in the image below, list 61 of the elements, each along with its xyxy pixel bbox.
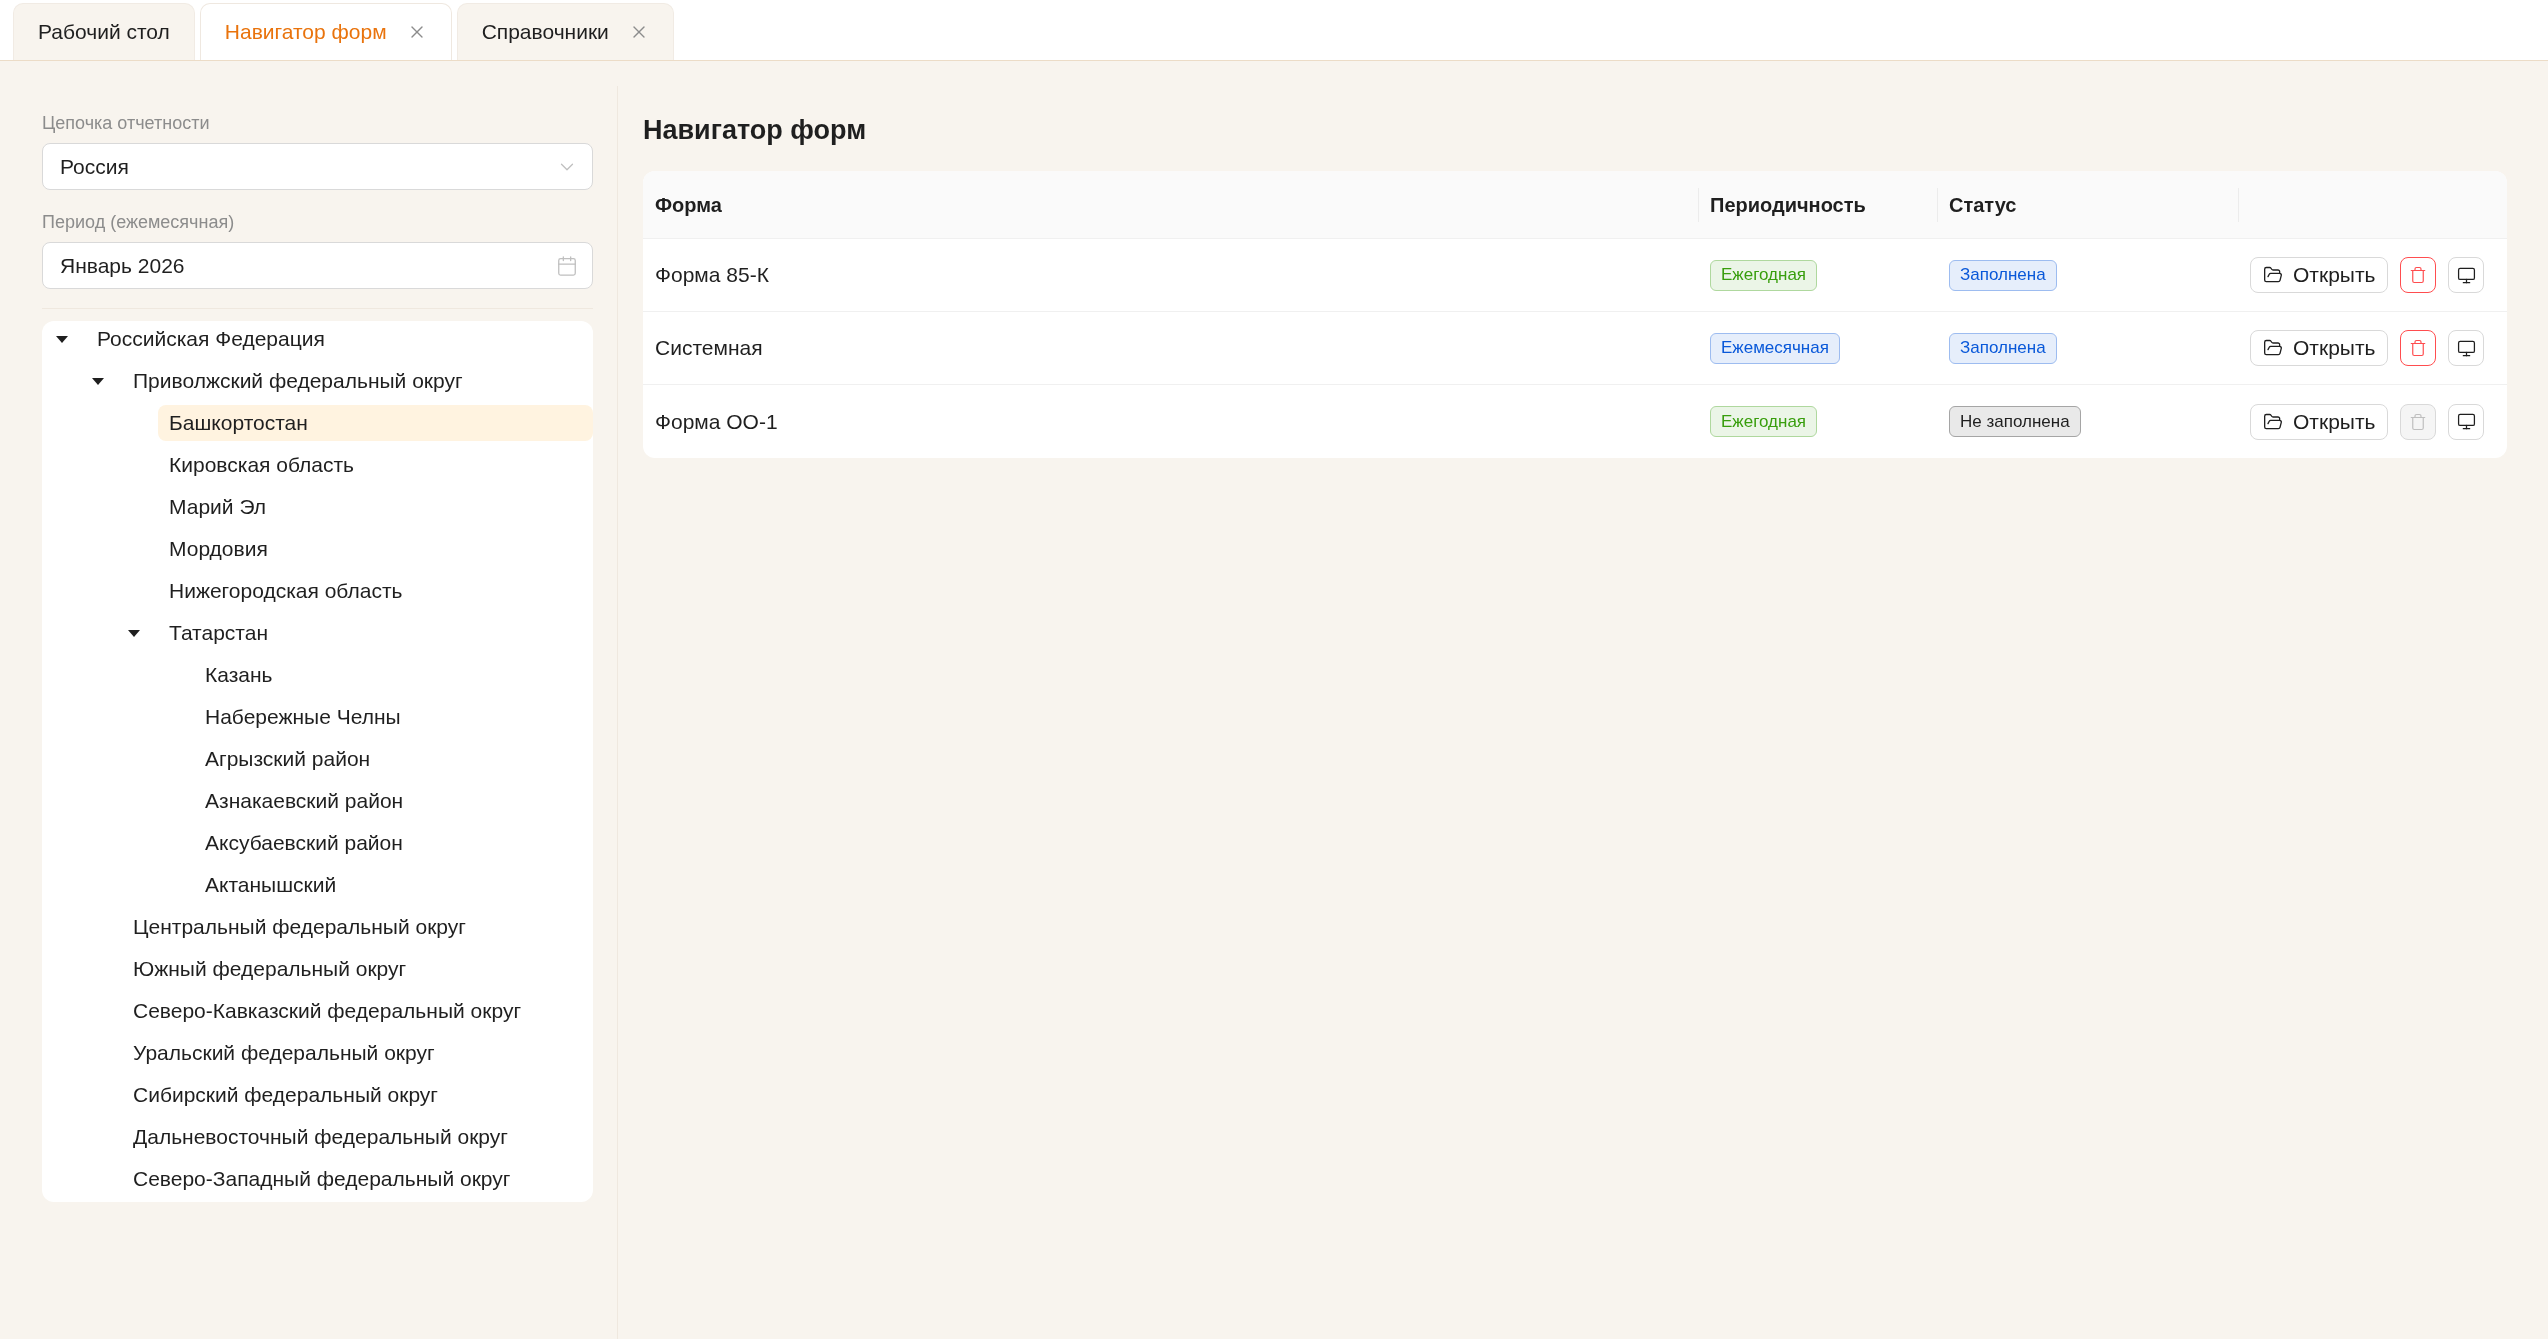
- delete-button[interactable]: [2400, 257, 2437, 293]
- form-name: Системная: [655, 336, 763, 360]
- tree-item[interactable]: Татарстан: [158, 615, 593, 651]
- open-button[interactable]: Открыть: [2250, 403, 2389, 440]
- status-tag: Не заполнена: [1949, 406, 2081, 437]
- tree-item[interactable]: Дальневосточный федеральный округ: [122, 1119, 593, 1155]
- trash-icon: [2409, 266, 2428, 284]
- tree-item[interactable]: Нижегородская область: [158, 573, 593, 609]
- column-header: Периодичность: [1709, 192, 1866, 218]
- status-tag: Заполнена: [1949, 259, 2057, 291]
- open-button[interactable]: Открыть: [2250, 257, 2389, 293]
- periodicity-tag: Ежегодная: [1710, 406, 1818, 437]
- periodicity-tag: Ежегодная: [1710, 259, 1818, 291]
- monitor-icon: [2457, 412, 2476, 431]
- tree-item[interactable]: Марий Эл: [158, 489, 593, 525]
- tree-item[interactable]: Северо-Западный федеральный округ: [122, 1161, 593, 1197]
- column-header: Статус: [1948, 192, 2017, 218]
- tree-item[interactable]: Азнакаевский район: [194, 783, 593, 819]
- form-name: Форма ОО-1: [655, 409, 778, 433]
- trash-icon: [2409, 339, 2428, 357]
- tree-item[interactable]: Приволжский федеральный округ: [122, 363, 593, 399]
- monitor-icon: [2457, 265, 2476, 285]
- caret-down-icon[interactable]: [92, 377, 104, 385]
- field-label: Цепочка отчетности: [42, 112, 210, 135]
- folder-icon: [2263, 265, 2283, 285]
- caret-down-icon[interactable]: [56, 335, 68, 343]
- tree-item[interactable]: Южный федеральный округ: [122, 951, 593, 987]
- trash-icon: [2409, 412, 2428, 431]
- tree-item[interactable]: Сибирский федеральный округ: [122, 1077, 593, 1113]
- region-select[interactable]: Россия: [42, 143, 593, 190]
- form-name: Форма 85-К: [655, 263, 769, 287]
- date-field[interactable]: Январь 2026: [42, 242, 593, 289]
- periodicity-tag: Ежемесячная: [1710, 332, 1840, 364]
- tree-item[interactable]: Уральский федеральный округ: [122, 1035, 593, 1071]
- tree-item[interactable]: Аксубаевский район: [194, 825, 593, 861]
- column-header: Форма: [655, 193, 722, 216]
- monitor-button[interactable]: [2448, 403, 2485, 440]
- monitor-button[interactable]: [2448, 330, 2485, 366]
- delete-button[interactable]: [2400, 330, 2437, 366]
- monitor-button[interactable]: [2448, 257, 2485, 293]
- tree-item[interactable]: Актанышский: [194, 867, 593, 903]
- calendar-icon: [556, 254, 578, 277]
- tree-item[interactable]: Казань: [194, 657, 593, 693]
- tab[interactable]: Справочники: [456, 3, 674, 60]
- caret-down-icon[interactable]: [128, 629, 140, 637]
- folder-icon: [2263, 411, 2283, 432]
- field-label: Период (ежемесячная): [42, 211, 235, 234]
- tree-item[interactable]: Башкортостан: [158, 405, 593, 441]
- status-tag: Заполнена: [1949, 332, 2057, 364]
- monitor-icon: [2457, 338, 2476, 358]
- tree-item[interactable]: Кировская область: [158, 447, 593, 483]
- tree-item[interactable]: Мордовия: [158, 531, 593, 567]
- tree-item[interactable]: Северо-Кавказский федеральный округ: [122, 993, 593, 1029]
- page-title: Навигатор форм: [643, 114, 867, 147]
- tab[interactable]: Рабочий стол: [13, 3, 195, 60]
- tree-item[interactable]: Российская Федерация: [86, 321, 593, 357]
- folder-icon: [2263, 338, 2283, 358]
- tree-item[interactable]: Набережные Челны: [194, 699, 593, 735]
- tree-item[interactable]: Центральный федеральный округ: [122, 909, 593, 945]
- tree-item[interactable]: Агрызский район: [194, 741, 593, 777]
- open-button[interactable]: Открыть: [2250, 330, 2389, 366]
